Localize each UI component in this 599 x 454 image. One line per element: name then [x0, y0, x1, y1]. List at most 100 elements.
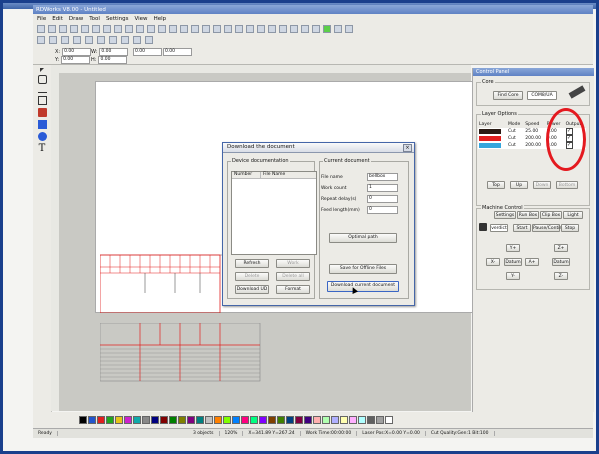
light-button[interactable]: Light	[563, 211, 583, 219]
palette-swatch[interactable]	[304, 416, 312, 424]
palette-swatch[interactable]	[241, 416, 249, 424]
group-icon[interactable]	[191, 25, 199, 33]
import-icon[interactable]	[59, 25, 67, 33]
palette-swatch[interactable]	[277, 416, 285, 424]
palette-swatch[interactable]	[259, 416, 267, 424]
palette-swatch[interactable]	[349, 416, 357, 424]
align-right-icon[interactable]	[49, 36, 57, 44]
start-point-icon[interactable]	[301, 25, 309, 33]
device-file-list[interactable]: Number File Name	[231, 171, 317, 255]
palette-swatch[interactable]	[115, 416, 123, 424]
start-button[interactable]: Start	[513, 224, 531, 232]
palette-swatch[interactable]	[187, 416, 195, 424]
mirror-h-icon[interactable]	[213, 25, 221, 33]
palette-swatch[interactable]	[268, 416, 276, 424]
paste-icon[interactable]	[180, 25, 188, 33]
x-field[interactable]: 0.00	[62, 48, 92, 56]
open-icon[interactable]	[37, 25, 45, 33]
palette-swatch[interactable]	[223, 416, 231, 424]
close-curve-icon[interactable]	[290, 25, 298, 33]
work-count-field[interactable]: 1	[367, 184, 398, 192]
palette-swatch[interactable]	[313, 416, 321, 424]
pan-icon[interactable]	[103, 25, 111, 33]
zoom-in-icon[interactable]	[114, 25, 122, 33]
settings-button[interactable]: Settings	[494, 211, 516, 219]
node-tool-icon[interactable]	[37, 75, 47, 84]
smooth-icon[interactable]	[257, 25, 265, 33]
palette-swatch[interactable]	[169, 416, 177, 424]
ellipse-tool-icon[interactable]	[37, 132, 47, 141]
menu-view[interactable]: View	[135, 16, 148, 22]
x-minus-button[interactable]: X-	[486, 258, 500, 266]
pause-continue-button[interactable]: Pause/Continue	[532, 224, 568, 232]
sort-icon[interactable]	[312, 25, 320, 33]
layer-down-button[interactable]: Down	[533, 181, 551, 189]
node-edit-icon[interactable]	[147, 25, 155, 33]
save-icon[interactable]	[48, 25, 56, 33]
width-field[interactable]: 0.00	[99, 48, 129, 56]
refresh-button[interactable]: Refresh	[235, 259, 269, 268]
y-minus-button[interactable]: Y-	[506, 272, 520, 280]
palette-swatch[interactable]	[178, 416, 186, 424]
find-core-button[interactable]: Find Core	[493, 91, 523, 100]
select-arrow-icon[interactable]	[40, 68, 44, 72]
optimal-path-button[interactable]: Optimal path	[329, 233, 397, 243]
menu-help[interactable]: Help	[154, 16, 167, 22]
stop-button[interactable]: Stop	[561, 224, 579, 232]
palette-swatch[interactable]	[385, 416, 393, 424]
palette-swatch[interactable]	[250, 416, 258, 424]
menu-edit[interactable]: Edit	[52, 16, 63, 22]
cut-icon[interactable]	[158, 25, 166, 33]
data-check-icon[interactable]	[246, 25, 254, 33]
line-tool-icon[interactable]	[37, 87, 47, 93]
palette-swatch[interactable]	[358, 416, 366, 424]
zoom-out-icon[interactable]	[125, 25, 133, 33]
palette-swatch[interactable]	[286, 416, 294, 424]
machine-select[interactable]: verdict	[490, 224, 508, 232]
pen-tool-icon[interactable]	[37, 108, 47, 117]
polyline-tool-icon[interactable]	[37, 96, 47, 105]
palette-swatch[interactable]	[205, 416, 213, 424]
download-ud-button[interactable]: Download UD	[235, 285, 269, 294]
mirror-v-icon[interactable]	[224, 25, 232, 33]
z-plus-button[interactable]: Z+	[554, 244, 568, 252]
clip-box-button[interactable]: Clip Box	[540, 211, 562, 219]
menu-settings[interactable]: Settings	[106, 16, 129, 22]
palette-swatch[interactable]	[322, 416, 330, 424]
help-icon[interactable]	[334, 25, 342, 33]
palette-swatch[interactable]	[151, 416, 159, 424]
array-icon[interactable]	[235, 25, 243, 33]
palette-swatch[interactable]	[160, 416, 168, 424]
format-button[interactable]: Format	[276, 285, 310, 294]
palette-swatch[interactable]	[97, 416, 105, 424]
save-offline-button[interactable]: Save for Offline Files	[329, 264, 397, 274]
port-select[interactable]: COM8/UA	[527, 91, 557, 100]
zoom-fit-icon[interactable]	[136, 25, 144, 33]
z-minus-button[interactable]: Z-	[554, 272, 568, 280]
palette-swatch[interactable]	[124, 416, 132, 424]
download-current-button[interactable]: Download current document	[327, 281, 399, 292]
palette-swatch[interactable]	[142, 416, 150, 424]
menu-file[interactable]: File	[37, 16, 46, 22]
same-size-icon[interactable]	[145, 36, 153, 44]
delete-button[interactable]: Delete	[235, 272, 269, 281]
delete-all-button[interactable]: Delete all	[276, 272, 310, 281]
datum-button[interactable]: Datum	[504, 258, 522, 266]
menu-draw[interactable]: Draw	[69, 16, 83, 22]
feed-length-field[interactable]: 0	[367, 206, 398, 214]
align-bottom-icon[interactable]	[73, 36, 81, 44]
palette-swatch[interactable]	[340, 416, 348, 424]
palette-swatch[interactable]	[232, 416, 240, 424]
layer-bottom-button[interactable]: Bottom	[556, 181, 578, 189]
y-field[interactable]: 0.00	[61, 56, 91, 64]
palette-swatch[interactable]	[295, 416, 303, 424]
same-width-icon[interactable]	[121, 36, 129, 44]
text-tool-icon[interactable]: T	[38, 144, 47, 154]
layer-top-button[interactable]: Top	[487, 181, 505, 189]
ungroup-icon[interactable]	[202, 25, 210, 33]
layer-up-button[interactable]: Up	[510, 181, 528, 189]
align-center-icon[interactable]	[85, 36, 93, 44]
distribute-v-icon[interactable]	[109, 36, 117, 44]
same-height-icon[interactable]	[133, 36, 141, 44]
palette-swatch[interactable]	[367, 416, 375, 424]
